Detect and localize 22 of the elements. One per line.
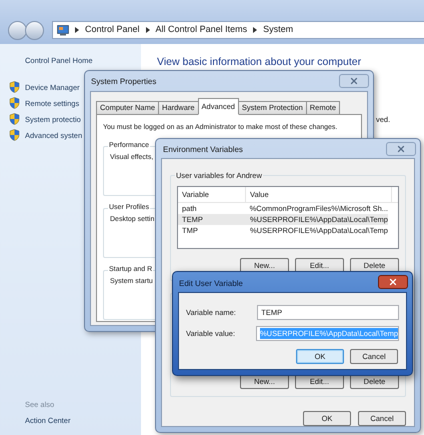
close-icon: [388, 277, 398, 287]
shield-icon: [9, 129, 20, 142]
window-title: Edit User Variable: [179, 278, 243, 290]
window-title: Environment Variables: [163, 144, 243, 156]
control-panel-icon: [57, 24, 69, 36]
page-heading: View basic information about your computer: [156, 55, 362, 68]
shield-icon: [9, 81, 20, 94]
chevron-icon: [146, 27, 150, 33]
shield-icon: [9, 97, 20, 110]
close-button[interactable]: [378, 275, 408, 289]
forward-button[interactable]: [25, 20, 44, 40]
close-icon: [349, 76, 359, 86]
breadcrumb-item[interactable]: All Control Panel Items: [156, 23, 248, 37]
chevron-icon: [75, 27, 79, 33]
breadcrumb-item[interactable]: System: [263, 23, 294, 37]
breadcrumb-item[interactable]: Control Panel: [85, 23, 140, 37]
address-bar[interactable]: Control Panel All Control Panel Items System: [52, 21, 424, 39]
shield-icon: [9, 113, 20, 126]
close-icon: [396, 144, 406, 154]
back-button[interactable]: [8, 20, 27, 40]
chevron-icon: [253, 27, 258, 33]
window-title: System Properties: [91, 76, 156, 88]
